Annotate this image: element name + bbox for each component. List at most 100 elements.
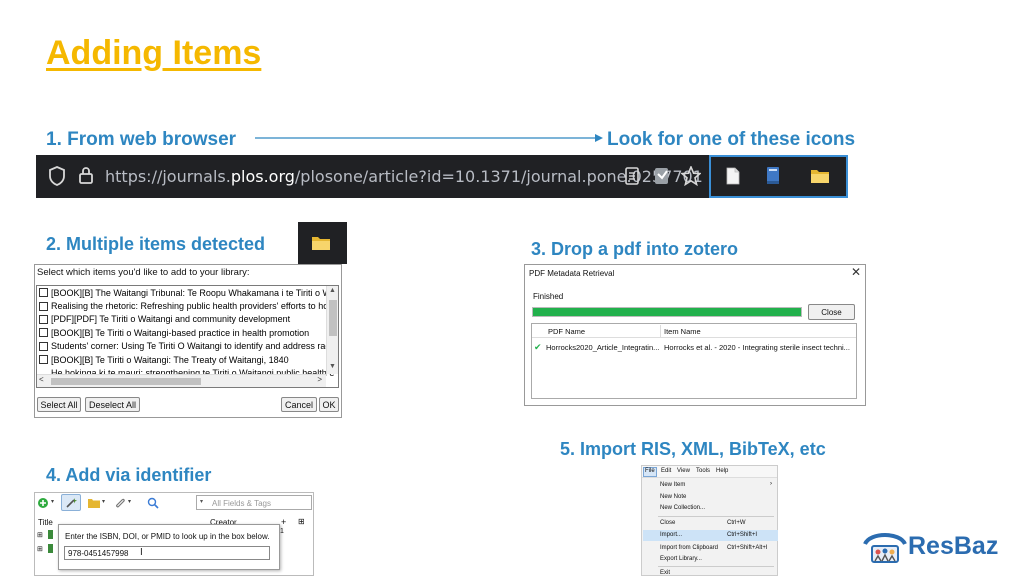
status-text: Finished: [533, 292, 564, 301]
browser-url[interactable]: https://journals.plos.org/plosone/articl…: [105, 167, 703, 186]
webpage-icon[interactable]: [726, 167, 740, 185]
magic-wand-icon[interactable]: [65, 497, 77, 509]
table-cell-item[interactable]: Horrocks et al. - 2020 - Integrating ste…: [664, 343, 850, 352]
item-checkbox[interactable]: [39, 301, 48, 311]
vertical-scrollbar[interactable]: ▲ ▼: [326, 286, 338, 374]
dropdown-arrow-icon[interactable]: ▾: [51, 498, 54, 505]
scrollbar-thumb[interactable]: [329, 300, 337, 336]
folder-icon[interactable]: [810, 168, 830, 184]
menu-item-close[interactable]: Close: [660, 520, 675, 526]
scroll-left-icon[interactable]: <: [39, 375, 44, 384]
step4-label: 4. Add via identifier: [46, 465, 212, 485]
menu-separator: [658, 566, 774, 567]
folder-icon[interactable]: [87, 498, 101, 509]
progress-bar: [532, 307, 802, 317]
search-placeholder: All Fields & Tags: [212, 499, 271, 508]
cancel-button[interactable]: Cancel: [281, 397, 317, 412]
close-button[interactable]: Close: [808, 304, 855, 320]
item-checkbox[interactable]: [39, 328, 48, 338]
step5-label: 5. Import RIS, XML, BibTeX, etc: [560, 439, 826, 459]
shield-icon[interactable]: [48, 166, 66, 186]
dropdown-arrow-icon[interactable]: ▾: [200, 498, 203, 505]
column-header-pdf[interactable]: PDF Name: [548, 327, 585, 336]
submenu-arrow-icon: ›: [770, 481, 772, 487]
scroll-up-icon[interactable]: ▲: [329, 287, 336, 294]
arrow: [255, 134, 603, 142]
step3-label: 3. Drop a pdf into zotero: [531, 239, 738, 259]
extension-icon[interactable]: [652, 165, 672, 187]
column-header-item[interactable]: Item Name: [664, 327, 701, 336]
menu-item-import[interactable]: Import...: [660, 532, 682, 538]
shortcut-close: Ctrl+W: [727, 520, 746, 526]
step1-target-label: Look for one of these icons: [607, 129, 856, 150]
menubar-help[interactable]: Help: [716, 468, 728, 474]
menu-item-export-library[interactable]: Export Library...: [660, 556, 702, 562]
search-input[interactable]: ▾ All Fields & Tags: [196, 495, 312, 510]
items-list[interactable]: [BOOK][B] The Waitangi Tribunal: Te Roop…: [36, 285, 339, 388]
item-type-icon: [48, 530, 53, 539]
item-type-icon: [48, 544, 53, 553]
new-item-icon[interactable]: [37, 497, 49, 509]
list-item[interactable]: [BOOK][B] Te Tiriti o Waitangi: The Trea…: [37, 353, 338, 366]
item-checkbox[interactable]: [39, 314, 48, 324]
progress-fill: [533, 308, 801, 316]
dropdown-arrow-icon[interactable]: ▾: [102, 498, 105, 505]
dropdown-arrow-icon[interactable]: ▾: [128, 498, 131, 505]
scroll-down-icon[interactable]: ▼: [329, 363, 336, 370]
expand-icon[interactable]: ⊞: [37, 531, 43, 539]
step1-label: 1. From web browser: [46, 129, 237, 150]
ok-button[interactable]: OK: [319, 397, 339, 412]
file-menu: File Edit View Tools Help New Item › New…: [641, 465, 778, 576]
shortcut-import-clipboard: Ctrl+Shift+Alt+I: [727, 545, 768, 551]
folder-icon[interactable]: [311, 235, 331, 251]
shortcut-import: Ctrl+Shift+I: [727, 532, 758, 538]
dialog-title: PDF Metadata Retrieval: [529, 269, 615, 278]
row-marker: 1: [280, 528, 284, 535]
scrollbar-thumb[interactable]: [51, 378, 201, 385]
close-icon[interactable]: ✕: [851, 265, 861, 279]
book-icon[interactable]: [766, 166, 780, 185]
list-item[interactable]: [BOOK][B] The Waitangi Tribunal: Te Roop…: [37, 286, 338, 299]
select-all-button[interactable]: Select All: [37, 397, 81, 412]
horizontal-scrollbar[interactable]: < >: [37, 374, 326, 387]
menubar-edit[interactable]: Edit: [661, 468, 671, 474]
resbaz-logo-icon: [863, 533, 907, 563]
list-item[interactable]: Realising the rhetoric: Refreshing publi…: [37, 299, 338, 312]
lock-icon: [79, 167, 93, 184]
menubar-view[interactable]: View: [677, 468, 690, 474]
item-checkbox[interactable]: [39, 341, 48, 351]
list-item[interactable]: [BOOK][B] Te Tiriti o Waitangi-based pra…: [37, 326, 338, 339]
step2-label: 2. Multiple items detected: [46, 234, 266, 254]
expand-icon[interactable]: ⊞: [37, 545, 43, 553]
table-cell-pdf[interactable]: Horrocks2020_Article_Integratin...: [546, 343, 659, 352]
menu-item-new-item[interactable]: New Item: [660, 482, 685, 488]
identifier-prompt: Enter the ISBN, DOI, or PMID to look up …: [65, 532, 270, 541]
menu-item-import-clipboard[interactable]: Import from Clipboard: [660, 545, 718, 551]
identifier-field[interactable]: 978-0451457998: [64, 546, 270, 560]
column-divider[interactable]: [660, 325, 661, 337]
resbaz-logo-text: ResBaz: [908, 532, 999, 560]
reader-view-icon[interactable]: [624, 167, 640, 185]
menu-item-exit[interactable]: Exit: [660, 570, 670, 576]
deselect-all-button[interactable]: Deselect All: [85, 397, 140, 412]
paperclip-icon[interactable]: [114, 497, 126, 509]
column-add-icon[interactable]: +: [281, 517, 286, 527]
item-checkbox[interactable]: [39, 355, 48, 365]
column-picker-icon[interactable]: ⊞: [298, 517, 305, 526]
list-item[interactable]: [PDF][PDF] Te Tiriti o Waitangi and comm…: [37, 313, 338, 326]
menubar-tools[interactable]: Tools: [696, 468, 710, 474]
scroll-right-icon[interactable]: >: [317, 375, 322, 384]
list-item[interactable]: Students' corner: Using Te Tiriti O Wait…: [37, 340, 338, 353]
menubar-file[interactable]: File: [645, 468, 655, 474]
menu-item-new-collection[interactable]: New Collection...: [660, 505, 705, 511]
star-icon[interactable]: [681, 166, 701, 186]
menu-separator: [658, 516, 774, 517]
text-cursor-icon: I: [140, 547, 143, 558]
slide-title: Adding Items: [46, 34, 262, 72]
search-icon[interactable]: [147, 497, 159, 509]
menu-item-new-note[interactable]: New Note: [660, 494, 686, 500]
column-header-title[interactable]: Title: [38, 518, 53, 527]
select-items-prompt: Select which items you'd like to add to …: [37, 267, 250, 278]
item-checkbox[interactable]: [39, 288, 48, 298]
identifier-value: 978-0451457998: [68, 549, 129, 558]
